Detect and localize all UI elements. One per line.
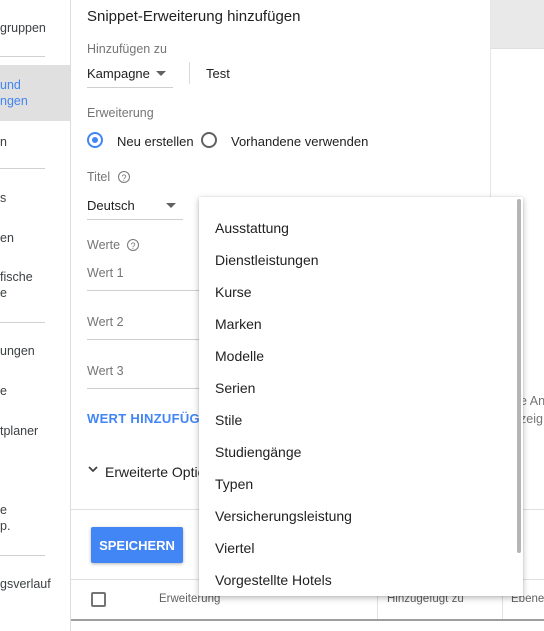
nav-item[interactable]: en <box>0 230 70 246</box>
add-to-label: Hinzufügen zu <box>87 42 167 56</box>
nav-divider <box>0 56 45 57</box>
menu-option[interactable]: Marken <box>215 308 262 340</box>
title-dropdown-menu: Ausstattung Dienstleistungen Kurse Marke… <box>199 197 523 596</box>
nav-item-groups[interactable]: gruppen <box>0 20 70 36</box>
menu-option[interactable]: Stile <box>215 404 242 436</box>
nav-item[interactable]: s <box>0 190 70 206</box>
input-underline <box>87 388 207 389</box>
dropdown-scrollbar[interactable] <box>517 199 521 553</box>
select-underline <box>87 87 173 88</box>
nav-item-keyword-planner[interactable]: tplaner <box>0 423 70 439</box>
input-underline <box>87 290 207 291</box>
level-select[interactable]: Kampagne <box>87 62 173 88</box>
campaign-name[interactable]: Test <box>206 66 230 81</box>
input-underline <box>87 339 207 340</box>
select-underline <box>87 219 183 220</box>
extension-label: Erweiterung <box>87 106 154 120</box>
save-button[interactable]: SPEICHERN <box>91 527 183 563</box>
nav-item[interactable]: fische e <box>0 269 70 301</box>
value-2-input[interactable]: Wert 2 <box>87 315 124 329</box>
background-text: zeig <box>520 412 543 426</box>
value-3-input[interactable]: Wert 3 <box>87 364 124 378</box>
menu-option[interactable]: Kurse <box>215 276 252 308</box>
menu-option[interactable]: Serien <box>215 372 255 404</box>
nav-item-label: und <box>0 78 21 92</box>
nav-item-extensions[interactable]: und ngen <box>0 65 70 121</box>
language-select[interactable]: Deutsch <box>87 192 183 220</box>
chevron-down-icon <box>166 203 176 208</box>
radio-existing-label[interactable]: Vorhandene verwenden <box>231 134 368 149</box>
nav-item[interactable]: ungen <box>0 343 70 359</box>
nav-divider <box>0 322 45 323</box>
title-label: Titel <box>87 170 111 184</box>
language-select-value: Deutsch <box>87 198 135 213</box>
background-text: e Anz <box>520 394 544 408</box>
radio-new[interactable] <box>87 132 103 148</box>
nav-item-label: e <box>0 286 7 300</box>
divider <box>189 62 190 84</box>
menu-option[interactable]: Ausstattung <box>215 212 289 244</box>
chevron-down-icon[interactable] <box>87 462 99 474</box>
menu-option[interactable]: Studiengänge <box>215 436 301 468</box>
nav-item-label: p. <box>0 519 11 533</box>
nav-item[interactable]: n <box>0 134 70 150</box>
menu-option[interactable]: Modelle <box>215 340 264 372</box>
level-select-value: Kampagne <box>87 66 150 81</box>
radio-existing[interactable] <box>201 132 217 148</box>
help-icon[interactable]: ? <box>127 239 139 251</box>
menu-option[interactable]: Typen <box>215 468 253 500</box>
radio-new-label[interactable]: Neu erstellen <box>117 134 194 149</box>
nav-item-label: fische <box>0 270 33 284</box>
nav-item[interactable]: e p. <box>0 502 70 534</box>
nav-item-change-history[interactable]: gsverlauf <box>0 576 70 592</box>
menu-option[interactable]: Vorgestellte Hotels <box>215 564 332 596</box>
value-1-input[interactable]: Wert 1 <box>87 266 124 280</box>
nav-item-label: ngen <box>0 94 28 108</box>
values-label: Werte <box>87 238 121 252</box>
menu-option[interactable]: Viertel <box>215 532 254 564</box>
nav-divider <box>0 168 45 169</box>
menu-option[interactable]: Versicherungsleistung <box>215 500 352 532</box>
background-header <box>490 0 544 49</box>
nav-divider <box>0 555 45 556</box>
table-body <box>71 621 544 631</box>
nav-item-label: e <box>0 503 7 517</box>
left-navigation: gruppen und ngen n s en fische e ungen e… <box>0 0 71 631</box>
select-all-checkbox[interactable] <box>91 592 106 607</box>
chevron-down-icon <box>156 71 166 76</box>
nav-item[interactable]: e <box>0 383 70 399</box>
panel-title: Snippet-Erweiterung hinzufügen <box>87 8 301 25</box>
menu-option[interactable]: Dienstleistungen <box>215 244 319 276</box>
help-icon[interactable]: ? <box>118 171 130 183</box>
